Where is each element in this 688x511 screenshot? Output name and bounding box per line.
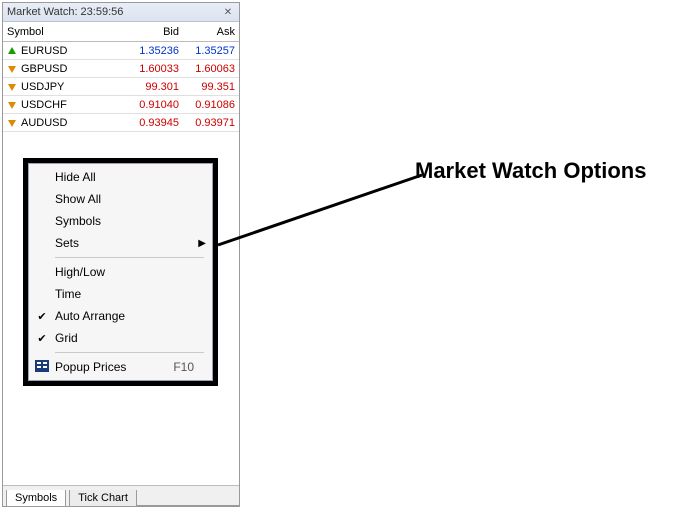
menu-item-high-low[interactable]: High/Low — [29, 261, 212, 283]
ask-value: 0.91086 — [179, 99, 235, 111]
chevron-right-icon: ▶ — [194, 238, 206, 249]
quote-row[interactable]: AUDUSD 0.939450.93971 — [3, 114, 239, 132]
bid-value: 1.60033 — [123, 63, 179, 75]
symbol-label: AUDUSD — [21, 117, 67, 129]
quote-rows: EURUSD 1.352361.35257 GBPUSD 1.600331.60063… — [3, 42, 239, 132]
bid-value: 1.35236 — [123, 45, 179, 57]
bid-value: 0.91040 — [123, 99, 179, 111]
popup-icon — [33, 360, 51, 375]
symbol-label: USDJPY — [21, 81, 64, 93]
market-watch-panel: Market Watch: 23:59:56 ✕ Symbol Bid Ask … — [2, 2, 240, 507]
menu-item-label: Time — [51, 287, 194, 301]
menu-item-label: Grid — [51, 331, 194, 345]
header-row: Symbol Bid Ask — [3, 22, 239, 42]
bid-value: 99.301 — [123, 81, 179, 93]
menu-shortcut: F10 — [167, 360, 194, 374]
check-icon: ✔ — [33, 310, 51, 323]
menu-separator — [55, 257, 204, 258]
menu-item-auto-arrange[interactable]: ✔Auto Arrange — [29, 305, 212, 327]
panel-title: Market Watch: 23:59:56 — [7, 6, 221, 18]
menu-item-grid[interactable]: ✔Grid — [29, 327, 212, 349]
arrow-down-icon — [7, 82, 17, 92]
bid-value: 0.93945 — [123, 117, 179, 129]
menu-item-label: Sets — [51, 236, 194, 250]
menu-item-label: High/Low — [51, 265, 194, 279]
arrow-down-icon — [7, 100, 17, 110]
header-bid[interactable]: Bid — [123, 26, 179, 38]
quote-row[interactable]: GBPUSD 1.600331.60063 — [3, 60, 239, 78]
ask-value: 1.60063 — [179, 63, 235, 75]
symbol-label: GBPUSD — [21, 63, 67, 75]
tab-tick-chart[interactable]: Tick Chart — [69, 490, 137, 507]
menu-separator — [55, 352, 204, 353]
menu-item-label: Popup Prices — [51, 360, 167, 374]
quote-row[interactable]: USDCHF 0.910400.91086 — [3, 96, 239, 114]
bottom-tabs: SymbolsTick Chart — [3, 485, 239, 506]
annotation-label: Market Watch Options — [415, 158, 646, 184]
menu-item-label: Show All — [51, 192, 194, 206]
menu-item-sets[interactable]: Sets▶ — [29, 232, 212, 254]
arrow-down-icon — [7, 64, 17, 74]
tab-symbols[interactable]: Symbols — [6, 490, 66, 507]
ask-value: 99.351 — [179, 81, 235, 93]
quote-row[interactable]: EURUSD 1.352361.35257 — [3, 42, 239, 60]
ask-value: 1.35257 — [179, 45, 235, 57]
context-menu-highlight: Hide All Show All Symbols Sets▶ High/Low Time… — [23, 158, 218, 386]
ask-value: 0.93971 — [179, 117, 235, 129]
header-ask[interactable]: Ask — [179, 26, 235, 38]
close-icon[interactable]: ✕ — [221, 5, 235, 19]
menu-item-label: Auto Arrange — [51, 309, 194, 323]
quote-row[interactable]: USDJPY 99.30199.351 — [3, 78, 239, 96]
menu-item-label: Symbols — [51, 214, 194, 228]
context-menu: Hide All Show All Symbols Sets▶ High/Low Time… — [28, 163, 213, 381]
menu-item-show-all[interactable]: Show All — [29, 188, 212, 210]
arrow-up-icon — [7, 46, 17, 56]
menu-item-time[interactable]: Time — [29, 283, 212, 305]
symbol-label: EURUSD — [21, 45, 67, 57]
check-icon: ✔ — [33, 332, 51, 345]
header-symbol[interactable]: Symbol — [7, 26, 123, 38]
menu-item-label: Hide All — [51, 170, 194, 184]
menu-item-symbols[interactable]: Symbols — [29, 210, 212, 232]
menu-item-hide-all[interactable]: Hide All — [29, 166, 212, 188]
symbol-label: USDCHF — [21, 99, 67, 111]
menu-item-popup-prices[interactable]: Popup PricesF10 — [29, 356, 212, 378]
arrow-down-icon — [7, 118, 17, 128]
titlebar: Market Watch: 23:59:56 ✕ — [3, 3, 239, 22]
